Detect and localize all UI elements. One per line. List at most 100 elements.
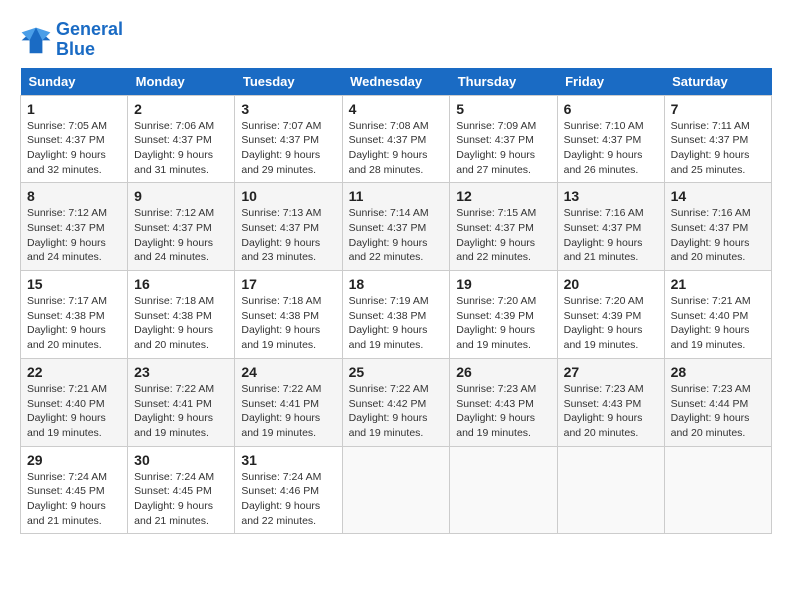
calendar-cell: 3 Sunrise: 7:07 AM Sunset: 4:37 PM Dayli…: [235, 95, 342, 183]
day-number: 7: [671, 101, 765, 117]
day-info: Sunrise: 7:05 AM Sunset: 4:37 PM Dayligh…: [27, 119, 121, 178]
day-info: Sunrise: 7:20 AM Sunset: 4:39 PM Dayligh…: [564, 294, 658, 353]
day-info: Sunrise: 7:06 AM Sunset: 4:37 PM Dayligh…: [134, 119, 228, 178]
day-info: Sunrise: 7:15 AM Sunset: 4:37 PM Dayligh…: [456, 206, 550, 265]
day-number: 10: [241, 188, 335, 204]
day-number: 2: [134, 101, 228, 117]
calendar-cell: 27 Sunrise: 7:23 AM Sunset: 4:43 PM Dayl…: [557, 358, 664, 446]
calendar-cell: 15 Sunrise: 7:17 AM Sunset: 4:38 PM Dayl…: [21, 271, 128, 359]
day-info: Sunrise: 7:24 AM Sunset: 4:45 PM Dayligh…: [27, 470, 121, 529]
calendar-cell: 13 Sunrise: 7:16 AM Sunset: 4:37 PM Dayl…: [557, 183, 664, 271]
day-info: Sunrise: 7:17 AM Sunset: 4:38 PM Dayligh…: [27, 294, 121, 353]
day-info: Sunrise: 7:24 AM Sunset: 4:45 PM Dayligh…: [134, 470, 228, 529]
calendar-week-3: 15 Sunrise: 7:17 AM Sunset: 4:38 PM Dayl…: [21, 271, 772, 359]
calendar-body: 1 Sunrise: 7:05 AM Sunset: 4:37 PM Dayli…: [21, 95, 772, 534]
calendar-cell: 4 Sunrise: 7:08 AM Sunset: 4:37 PM Dayli…: [342, 95, 450, 183]
day-info: Sunrise: 7:21 AM Sunset: 4:40 PM Dayligh…: [671, 294, 765, 353]
day-info: Sunrise: 7:08 AM Sunset: 4:37 PM Dayligh…: [349, 119, 444, 178]
day-number: 14: [671, 188, 765, 204]
calendar-cell: 19 Sunrise: 7:20 AM Sunset: 4:39 PM Dayl…: [450, 271, 557, 359]
day-info: Sunrise: 7:23 AM Sunset: 4:43 PM Dayligh…: [564, 382, 658, 441]
logo-text: General Blue: [56, 20, 123, 60]
day-number: 31: [241, 452, 335, 468]
column-header-saturday: Saturday: [664, 68, 771, 96]
day-number: 26: [456, 364, 550, 380]
column-header-wednesday: Wednesday: [342, 68, 450, 96]
day-info: Sunrise: 7:12 AM Sunset: 4:37 PM Dayligh…: [27, 206, 121, 265]
calendar-week-4: 22 Sunrise: 7:21 AM Sunset: 4:40 PM Dayl…: [21, 358, 772, 446]
calendar-header: SundayMondayTuesdayWednesdayThursdayFrid…: [21, 68, 772, 96]
day-info: Sunrise: 7:21 AM Sunset: 4:40 PM Dayligh…: [27, 382, 121, 441]
calendar-cell: 2 Sunrise: 7:06 AM Sunset: 4:37 PM Dayli…: [128, 95, 235, 183]
day-number: 21: [671, 276, 765, 292]
column-header-monday: Monday: [128, 68, 235, 96]
calendar-cell: 20 Sunrise: 7:20 AM Sunset: 4:39 PM Dayl…: [557, 271, 664, 359]
calendar-cell: 25 Sunrise: 7:22 AM Sunset: 4:42 PM Dayl…: [342, 358, 450, 446]
day-info: Sunrise: 7:22 AM Sunset: 4:41 PM Dayligh…: [241, 382, 335, 441]
day-number: 16: [134, 276, 228, 292]
day-info: Sunrise: 7:19 AM Sunset: 4:38 PM Dayligh…: [349, 294, 444, 353]
day-number: 5: [456, 101, 550, 117]
day-number: 22: [27, 364, 121, 380]
calendar-cell: 29 Sunrise: 7:24 AM Sunset: 4:45 PM Dayl…: [21, 446, 128, 534]
calendar-cell: 31 Sunrise: 7:24 AM Sunset: 4:46 PM Dayl…: [235, 446, 342, 534]
day-info: Sunrise: 7:12 AM Sunset: 4:37 PM Dayligh…: [134, 206, 228, 265]
calendar-cell: 16 Sunrise: 7:18 AM Sunset: 4:38 PM Dayl…: [128, 271, 235, 359]
column-header-friday: Friday: [557, 68, 664, 96]
calendar-cell: 11 Sunrise: 7:14 AM Sunset: 4:37 PM Dayl…: [342, 183, 450, 271]
logo-icon: [20, 26, 52, 54]
column-header-tuesday: Tuesday: [235, 68, 342, 96]
day-info: Sunrise: 7:14 AM Sunset: 4:37 PM Dayligh…: [349, 206, 444, 265]
day-number: 24: [241, 364, 335, 380]
calendar-cell: 6 Sunrise: 7:10 AM Sunset: 4:37 PM Dayli…: [557, 95, 664, 183]
calendar-cell: 30 Sunrise: 7:24 AM Sunset: 4:45 PM Dayl…: [128, 446, 235, 534]
day-number: 18: [349, 276, 444, 292]
calendar-cell: 28 Sunrise: 7:23 AM Sunset: 4:44 PM Dayl…: [664, 358, 771, 446]
calendar-cell: 26 Sunrise: 7:23 AM Sunset: 4:43 PM Dayl…: [450, 358, 557, 446]
day-number: 19: [456, 276, 550, 292]
calendar-cell: 22 Sunrise: 7:21 AM Sunset: 4:40 PM Dayl…: [21, 358, 128, 446]
day-info: Sunrise: 7:22 AM Sunset: 4:41 PM Dayligh…: [134, 382, 228, 441]
day-info: Sunrise: 7:22 AM Sunset: 4:42 PM Dayligh…: [349, 382, 444, 441]
calendar-cell: 1 Sunrise: 7:05 AM Sunset: 4:37 PM Dayli…: [21, 95, 128, 183]
calendar-week-2: 8 Sunrise: 7:12 AM Sunset: 4:37 PM Dayli…: [21, 183, 772, 271]
day-number: 20: [564, 276, 658, 292]
day-info: Sunrise: 7:09 AM Sunset: 4:37 PM Dayligh…: [456, 119, 550, 178]
day-info: Sunrise: 7:16 AM Sunset: 4:37 PM Dayligh…: [564, 206, 658, 265]
day-info: Sunrise: 7:20 AM Sunset: 4:39 PM Dayligh…: [456, 294, 550, 353]
day-info: Sunrise: 7:13 AM Sunset: 4:37 PM Dayligh…: [241, 206, 335, 265]
day-info: Sunrise: 7:18 AM Sunset: 4:38 PM Dayligh…: [241, 294, 335, 353]
page-header: General Blue: [20, 20, 772, 60]
calendar-cell: 10 Sunrise: 7:13 AM Sunset: 4:37 PM Dayl…: [235, 183, 342, 271]
calendar-week-5: 29 Sunrise: 7:24 AM Sunset: 4:45 PM Dayl…: [21, 446, 772, 534]
day-number: 3: [241, 101, 335, 117]
day-info: Sunrise: 7:23 AM Sunset: 4:44 PM Dayligh…: [671, 382, 765, 441]
column-header-thursday: Thursday: [450, 68, 557, 96]
day-number: 28: [671, 364, 765, 380]
calendar-cell: 23 Sunrise: 7:22 AM Sunset: 4:41 PM Dayl…: [128, 358, 235, 446]
day-info: Sunrise: 7:16 AM Sunset: 4:37 PM Dayligh…: [671, 206, 765, 265]
day-number: 9: [134, 188, 228, 204]
calendar-cell: 9 Sunrise: 7:12 AM Sunset: 4:37 PM Dayli…: [128, 183, 235, 271]
day-info: Sunrise: 7:11 AM Sunset: 4:37 PM Dayligh…: [671, 119, 765, 178]
day-number: 8: [27, 188, 121, 204]
day-info: Sunrise: 7:07 AM Sunset: 4:37 PM Dayligh…: [241, 119, 335, 178]
day-number: 25: [349, 364, 444, 380]
calendar-cell: 14 Sunrise: 7:16 AM Sunset: 4:37 PM Dayl…: [664, 183, 771, 271]
day-number: 12: [456, 188, 550, 204]
calendar-cell: [664, 446, 771, 534]
calendar-cell: 21 Sunrise: 7:21 AM Sunset: 4:40 PM Dayl…: [664, 271, 771, 359]
day-number: 1: [27, 101, 121, 117]
logo: General Blue: [20, 20, 123, 60]
day-info: Sunrise: 7:24 AM Sunset: 4:46 PM Dayligh…: [241, 470, 335, 529]
calendar-cell: 8 Sunrise: 7:12 AM Sunset: 4:37 PM Dayli…: [21, 183, 128, 271]
day-number: 30: [134, 452, 228, 468]
calendar-week-1: 1 Sunrise: 7:05 AM Sunset: 4:37 PM Dayli…: [21, 95, 772, 183]
calendar-cell: 12 Sunrise: 7:15 AM Sunset: 4:37 PM Dayl…: [450, 183, 557, 271]
calendar-table: SundayMondayTuesdayWednesdayThursdayFrid…: [20, 68, 772, 535]
day-number: 17: [241, 276, 335, 292]
calendar-cell: 18 Sunrise: 7:19 AM Sunset: 4:38 PM Dayl…: [342, 271, 450, 359]
day-number: 6: [564, 101, 658, 117]
calendar-cell: 17 Sunrise: 7:18 AM Sunset: 4:38 PM Dayl…: [235, 271, 342, 359]
calendar-cell: 24 Sunrise: 7:22 AM Sunset: 4:41 PM Dayl…: [235, 358, 342, 446]
